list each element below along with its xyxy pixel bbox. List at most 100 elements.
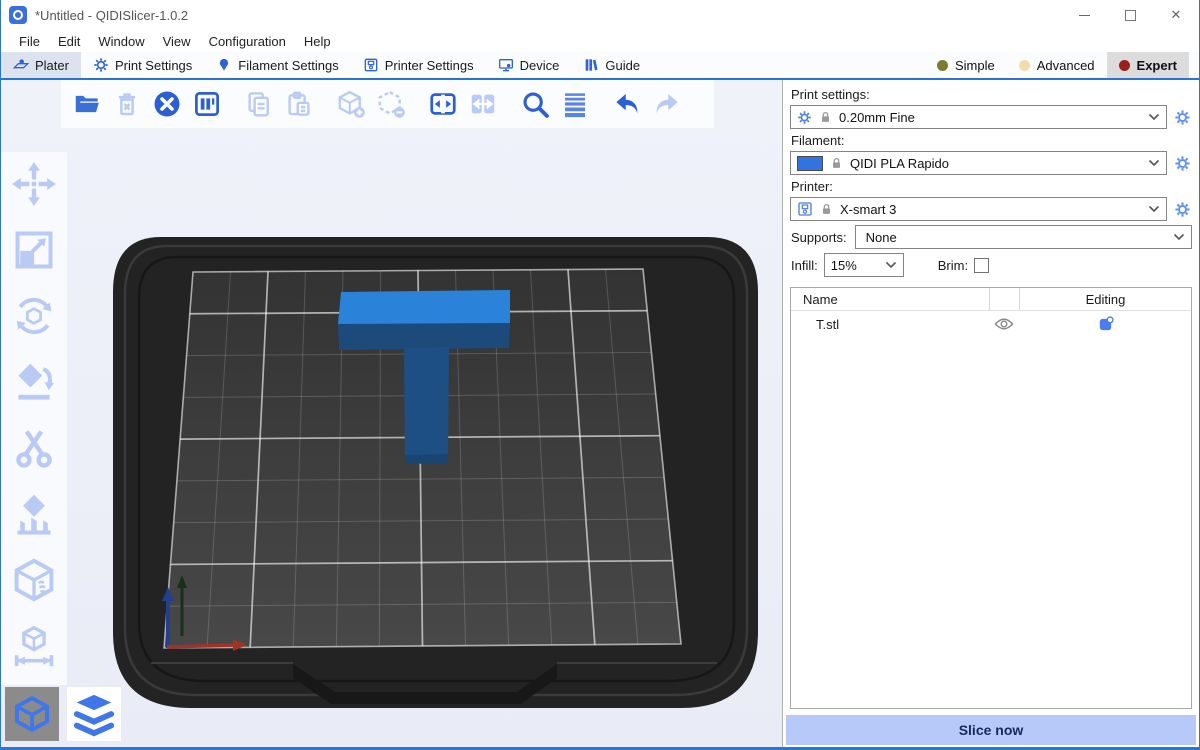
brim-label: Brim: (938, 258, 968, 273)
lock-icon (820, 203, 833, 216)
chevron-down-icon (1148, 205, 1160, 213)
tab-guide[interactable]: Guide (571, 52, 652, 78)
tab-filament-settings-label: Filament Settings (238, 58, 338, 73)
variable-layer-height-button[interactable] (555, 84, 595, 124)
settings-panel: Print settings: 0.20mm Fine (782, 80, 1199, 747)
infill-combo[interactable]: 15% (824, 253, 904, 277)
chevron-down-icon (1148, 159, 1160, 167)
window-title: *Untitled - QIDISlicer-1.0.2 (35, 8, 188, 23)
rotate-button[interactable] (12, 294, 56, 343)
mode-advanced[interactable]: Advanced (1007, 52, 1107, 78)
column-header-editing: Editing (1019, 288, 1191, 310)
split-to-objects-button[interactable] (423, 84, 463, 124)
mode-switcher: Simple Advanced Expert (925, 52, 1199, 78)
slice-now-button[interactable]: Slice now (786, 715, 1196, 745)
tab-device[interactable]: Device (486, 52, 572, 78)
printer-icon (363, 57, 379, 73)
lock-icon (819, 111, 832, 124)
redo-icon (652, 89, 682, 119)
supports-combo[interactable]: None (855, 225, 1192, 249)
menu-file[interactable]: File (10, 34, 49, 49)
title-bar: *Untitled - QIDISlicer-1.0.2 ✕ (1, 0, 1199, 30)
undo-button[interactable] (607, 84, 647, 124)
3d-editor-view-button[interactable] (5, 687, 59, 741)
mode-expert-label: Expert (1137, 58, 1177, 73)
printer-gear-button[interactable] (1172, 199, 1192, 219)
move-button[interactable] (12, 162, 56, 211)
delete-button[interactable] (107, 84, 147, 124)
arrange-icon (192, 89, 222, 119)
view-toolbar (5, 687, 121, 741)
open-button[interactable] (67, 84, 107, 124)
scale-icon (12, 228, 56, 272)
redo-button[interactable] (647, 84, 687, 124)
add-instance-icon (336, 89, 366, 119)
remove-instance-icon (376, 89, 406, 119)
edit-object-icon[interactable] (1097, 316, 1114, 333)
gear-icon (1174, 155, 1191, 172)
undo-icon (612, 89, 642, 119)
column-header-visibility (989, 288, 1019, 310)
supports-label: Supports: (791, 230, 847, 245)
expert-mode-dot-icon (1119, 60, 1130, 71)
object-row[interactable]: T.stl (791, 311, 1191, 337)
tab-bar: Plater Print Settings Filament Settings (1, 52, 1199, 80)
minimize-button[interactable] (1061, 0, 1107, 30)
print-settings-gear-button[interactable] (1172, 107, 1192, 127)
split-parts-icon (468, 89, 498, 119)
printer-icon (797, 201, 813, 217)
preview-layers-button[interactable] (67, 687, 121, 741)
menu-configuration[interactable]: Configuration (200, 34, 295, 49)
brim-checkbox[interactable] (974, 258, 989, 273)
filament-gear-button[interactable] (1172, 153, 1192, 173)
copy-icon (244, 89, 274, 119)
filament-label: Filament: (791, 133, 1192, 148)
scale-button[interactable] (12, 228, 56, 277)
split-to-parts-button[interactable] (463, 84, 503, 124)
app-window: *Untitled - QIDISlicer-1.0.2 ✕ File Edit… (0, 0, 1200, 750)
print-settings-value: 0.20mm Fine (839, 110, 1141, 125)
tab-plater[interactable]: Plater (1, 52, 81, 78)
3d-view-cube-icon (12, 694, 52, 734)
menu-edit[interactable]: Edit (49, 34, 89, 49)
app-logo-icon (9, 6, 27, 24)
tab-filament-settings[interactable]: Filament Settings (204, 52, 350, 78)
menu-bar: File Edit Window View Configuration Help (1, 30, 1199, 52)
printer-combo[interactable]: X-smart 3 (790, 197, 1167, 221)
menu-window[interactable]: Window (89, 34, 153, 49)
tab-print-settings[interactable]: Print Settings (81, 52, 204, 78)
tab-print-settings-label: Print Settings (115, 58, 192, 73)
maximize-button[interactable] (1107, 0, 1153, 30)
menu-view[interactable]: View (154, 34, 200, 49)
mode-simple[interactable]: Simple (925, 52, 1007, 78)
minimize-icon (1079, 15, 1090, 16)
tab-printer-settings[interactable]: Printer Settings (351, 52, 486, 78)
close-button[interactable]: ✕ (1153, 0, 1199, 30)
filament-combo[interactable]: QIDI PLA Rapido (790, 151, 1167, 175)
paste-button[interactable] (279, 84, 319, 124)
plater-icon (13, 57, 29, 73)
infill-value: 15% (831, 258, 878, 273)
delete-all-button[interactable] (147, 84, 187, 124)
menu-help[interactable]: Help (295, 34, 340, 49)
measure-button[interactable] (12, 624, 56, 673)
copy-button[interactable] (239, 84, 279, 124)
tab-printer-settings-label: Printer Settings (385, 58, 474, 73)
cut-button[interactable] (12, 426, 56, 475)
gear-icon (93, 57, 109, 73)
eye-icon[interactable] (994, 317, 1014, 331)
layer-height-icon (560, 89, 590, 119)
print-settings-combo[interactable]: 0.20mm Fine (790, 105, 1167, 129)
seam-painting-button[interactable] (12, 558, 56, 607)
place-on-face-button[interactable] (12, 360, 56, 409)
filament-icon (216, 57, 232, 73)
search-button[interactable] (515, 84, 555, 124)
paint-support-button[interactable] (12, 492, 56, 541)
print-settings-label: Print settings: (791, 87, 1192, 102)
add-instance-button[interactable] (331, 84, 371, 124)
arrange-button[interactable] (187, 84, 227, 124)
mode-expert[interactable]: Expert (1107, 52, 1189, 78)
tab-plater-label: Plater (35, 58, 69, 73)
remove-instance-button[interactable] (371, 84, 411, 124)
3d-viewport[interactable] (1, 80, 782, 747)
